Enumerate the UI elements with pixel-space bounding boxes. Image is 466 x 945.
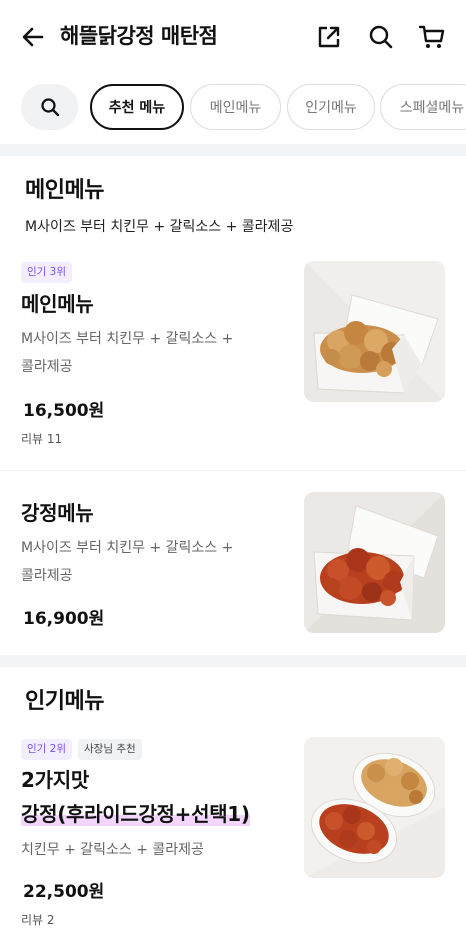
section-title: 인기메뉴 [25, 689, 104, 714]
menu-item-name: 메인메뉴 [21, 292, 94, 316]
search-icon [369, 25, 393, 49]
section-divider [0, 655, 466, 667]
tab-special-menu[interactable]: 스페셜메뉴 [380, 84, 466, 130]
popularity-badge: 인기 2위 [21, 739, 72, 760]
menu-item-price: 16,900원 [23, 609, 105, 629]
name-line: 강정(후라이드강정+선택1) [21, 797, 250, 831]
menu-item-name: 2가지맛 강정(후라이드강정+선택1) [21, 763, 250, 831]
item-divider [0, 470, 466, 471]
cart-button[interactable] [417, 22, 447, 52]
share-icon [318, 26, 340, 48]
tab-recommended[interactable]: 추천 메뉴 [90, 84, 184, 130]
header-search-button[interactable] [366, 22, 396, 52]
section-title: 메인메뉴 [25, 178, 104, 203]
badge-row: 인기 2위 사장님 추천 [21, 739, 142, 760]
search-icon [40, 98, 59, 117]
share-button[interactable] [314, 22, 344, 52]
description-line: 콜라제공 [21, 359, 73, 375]
description-line: 콜라제공 [21, 568, 73, 584]
back-arrow-icon [22, 27, 44, 47]
review-count: 리뷰 11 [21, 432, 63, 446]
menu-item-image [304, 492, 445, 633]
tab-popular-menu[interactable]: 인기메뉴 [287, 84, 375, 130]
menu-search-button[interactable] [21, 84, 78, 130]
section-description: M사이즈 부터 치킨무 + 갈릭소스 + 콜라제공 [25, 219, 294, 235]
badge-row: 인기 3위 [21, 262, 72, 283]
menu-item-price: 16,500원 [23, 401, 105, 421]
menu-item-image [304, 261, 445, 402]
name-line: 2가지맛 [21, 768, 89, 792]
menu-item-description: M사이즈 부터 치킨무 + 갈릭소스 + 콜라제공 [21, 534, 271, 590]
cart-icon [418, 25, 445, 48]
app-header: 해뜰닭강정 매탄점 [0, 0, 466, 72]
store-title: 해뜰닭강정 매탄점 [60, 24, 218, 48]
menu-item-price: 22,500원 [23, 882, 105, 902]
menu-item-image [304, 737, 445, 878]
menu-item-name: 강정메뉴 [21, 501, 94, 525]
popularity-badge: 인기 3위 [21, 262, 72, 283]
owner-recommend-badge: 사장님 추천 [78, 739, 142, 760]
highlighted-name: 강정(후라이드강정+선택1) [21, 802, 250, 826]
tab-main-menu[interactable]: 메인메뉴 [190, 84, 281, 130]
menu-item-description: M사이즈 부터 치킨무 + 갈릭소스 + 콜라제공 [21, 325, 271, 381]
review-count: 리뷰 2 [21, 913, 55, 927]
description-line: M사이즈 부터 치킨무 + 갈릭소스 + [21, 331, 234, 347]
category-tabs: 추천 메뉴 메인메뉴 인기메뉴 스페셜메뉴 [0, 84, 466, 132]
description-line: M사이즈 부터 치킨무 + 갈릭소스 + [21, 540, 234, 556]
menu-item-description: 치킨무 + 갈릭소스 + 콜라제공 [21, 842, 204, 858]
back-button[interactable] [18, 22, 48, 52]
section-divider [0, 144, 466, 156]
